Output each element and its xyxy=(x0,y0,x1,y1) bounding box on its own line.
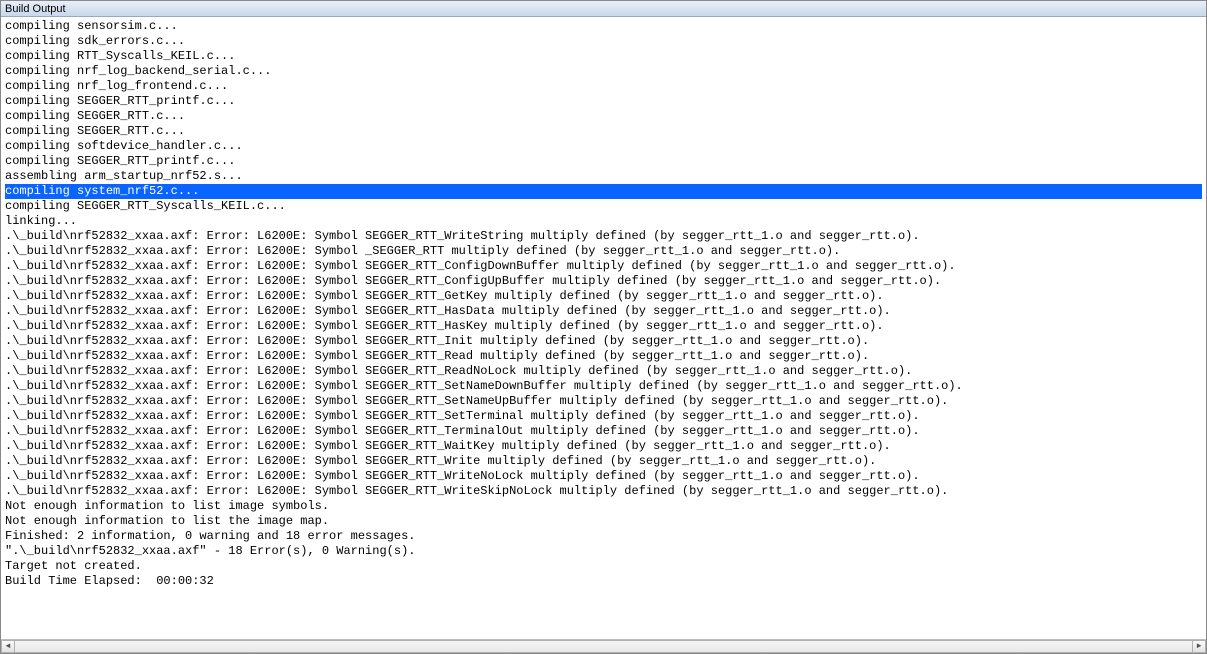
output-line[interactable]: .\_build\nrf52832_xxaa.axf: Error: L6200… xyxy=(5,244,1202,259)
panel-title: Build Output xyxy=(1,1,1206,17)
output-line[interactable]: .\_build\nrf52832_xxaa.axf: Error: L6200… xyxy=(5,424,1202,439)
output-wrap: compiling sensorsim.c...compiling sdk_er… xyxy=(1,17,1206,653)
output-line[interactable]: compiling nrf_log_backend_serial.c... xyxy=(5,64,1202,79)
output-line[interactable]: Build Time Elapsed: 00:00:32 xyxy=(5,574,1202,589)
output-line[interactable]: compiling RTT_Syscalls_KEIL.c... xyxy=(5,49,1202,64)
output-line[interactable]: .\_build\nrf52832_xxaa.axf: Error: L6200… xyxy=(5,334,1202,349)
output-line[interactable]: .\_build\nrf52832_xxaa.axf: Error: L6200… xyxy=(5,319,1202,334)
output-line[interactable]: compiling sdk_errors.c... xyxy=(5,34,1202,49)
output-line[interactable]: .\_build\nrf52832_xxaa.axf: Error: L6200… xyxy=(5,454,1202,469)
output-line[interactable]: compiling softdevice_handler.c... xyxy=(5,139,1202,154)
output-line[interactable]: .\_build\nrf52832_xxaa.axf: Error: L6200… xyxy=(5,304,1202,319)
output-line[interactable]: Target not created. xyxy=(5,559,1202,574)
output-line[interactable]: compiling nrf_log_frontend.c... xyxy=(5,79,1202,94)
horizontal-scrollbar[interactable]: ◄ ► xyxy=(1,639,1206,653)
output-line[interactable]: .\_build\nrf52832_xxaa.axf: Error: L6200… xyxy=(5,364,1202,379)
output-line[interactable]: linking... xyxy=(5,214,1202,229)
output-line[interactable]: .\_build\nrf52832_xxaa.axf: Error: L6200… xyxy=(5,349,1202,364)
output-line[interactable]: .\_build\nrf52832_xxaa.axf: Error: L6200… xyxy=(5,229,1202,244)
output-line[interactable]: compiling SEGGER_RTT.c... xyxy=(5,109,1202,124)
output-line[interactable]: compiling SEGGER_RTT_printf.c... xyxy=(5,94,1202,109)
output-line[interactable]: compiling SEGGER_RTT_printf.c... xyxy=(5,154,1202,169)
output-line[interactable]: .\_build\nrf52832_xxaa.axf: Error: L6200… xyxy=(5,394,1202,409)
output-line[interactable]: .\_build\nrf52832_xxaa.axf: Error: L6200… xyxy=(5,289,1202,304)
output-line[interactable]: Finished: 2 information, 0 warning and 1… xyxy=(5,529,1202,544)
output-line[interactable]: .\_build\nrf52832_xxaa.axf: Error: L6200… xyxy=(5,469,1202,484)
output-line[interactable]: compiling SEGGER_RTT.c... xyxy=(5,124,1202,139)
output-line[interactable]: .\_build\nrf52832_xxaa.axf: Error: L6200… xyxy=(5,259,1202,274)
output-line[interactable]: compiling SEGGER_RTT_Syscalls_KEIL.c... xyxy=(5,199,1202,214)
build-output-text[interactable]: compiling sensorsim.c...compiling sdk_er… xyxy=(1,18,1206,639)
output-line[interactable]: Not enough information to list image sym… xyxy=(5,499,1202,514)
scroll-left-arrow-icon[interactable]: ◄ xyxy=(1,640,15,653)
output-line[interactable]: .\_build\nrf52832_xxaa.axf: Error: L6200… xyxy=(5,439,1202,454)
output-line[interactable]: compiling sensorsim.c... xyxy=(5,19,1202,34)
output-line[interactable]: .\_build\nrf52832_xxaa.axf: Error: L6200… xyxy=(5,274,1202,289)
scroll-right-arrow-icon[interactable]: ► xyxy=(1192,640,1206,653)
output-line[interactable]: compiling system_nrf52.c... xyxy=(5,184,1202,199)
output-line[interactable]: ".\_build\nrf52832_xxaa.axf" - 18 Error(… xyxy=(5,544,1202,559)
output-line[interactable]: .\_build\nrf52832_xxaa.axf: Error: L6200… xyxy=(5,409,1202,424)
output-line[interactable]: .\_build\nrf52832_xxaa.axf: Error: L6200… xyxy=(5,484,1202,499)
output-line[interactable]: assembling arm_startup_nrf52.s... xyxy=(5,169,1202,184)
scroll-track[interactable] xyxy=(15,640,1192,653)
output-line[interactable]: Not enough information to list the image… xyxy=(5,514,1202,529)
output-line[interactable]: .\_build\nrf52832_xxaa.axf: Error: L6200… xyxy=(5,379,1202,394)
build-output-panel: Build Output compiling sensorsim.c...com… xyxy=(0,0,1207,654)
